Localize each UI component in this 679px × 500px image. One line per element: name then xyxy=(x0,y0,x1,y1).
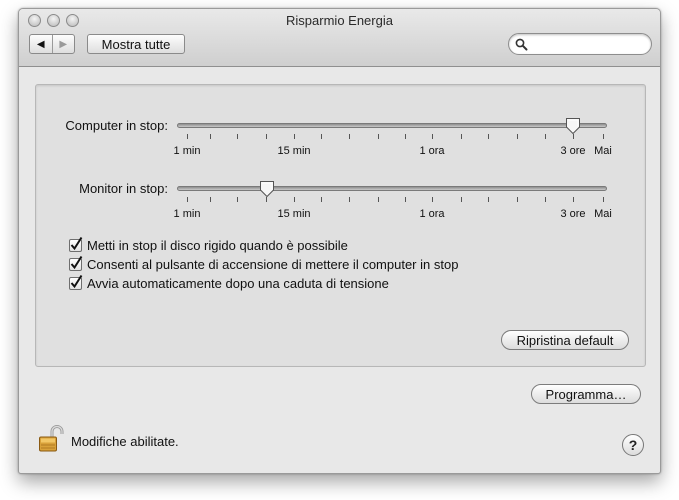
slider-tick xyxy=(545,197,546,202)
monitor-scale-1min: 1 min xyxy=(173,208,201,220)
unlocked-padlock-icon[interactable] xyxy=(38,425,64,453)
slider-tick xyxy=(405,134,406,139)
disk-sleep-option[interactable]: Metti in stop il disco rigido quando è p… xyxy=(69,236,348,253)
restore-defaults-button[interactable]: Ripristina default xyxy=(501,330,629,350)
slider-tick xyxy=(517,134,518,139)
computer-scale-1h: 1 ora xyxy=(419,145,445,157)
preferences-window: Risparmio Energia ◀ ▶ Mostra tutte Compu… xyxy=(18,8,661,474)
navigation-buttons: ◀ ▶ xyxy=(29,34,75,54)
checkmark-icon xyxy=(70,255,83,270)
search-icon xyxy=(515,38,528,51)
monitor-scale-never: Mai xyxy=(594,208,612,220)
slider-tick xyxy=(573,197,574,202)
computer-sleep-label: Computer in stop: xyxy=(65,118,168,133)
computer-scale-1min: 1 min xyxy=(173,145,201,157)
slider-tick xyxy=(266,134,267,139)
slider-tick xyxy=(294,134,295,139)
lock-status-text: Modifiche abilitate. xyxy=(71,434,179,449)
slider-tick xyxy=(237,197,238,202)
computer-sleep-slider-thumb[interactable] xyxy=(565,117,581,135)
slider-tick xyxy=(237,134,238,139)
slider-tick xyxy=(321,197,322,202)
slider-tick xyxy=(294,197,295,202)
slider-tick xyxy=(266,197,267,202)
slider-tick xyxy=(210,134,211,139)
slider-tick xyxy=(603,134,604,139)
auto-restart-option[interactable]: Avvia automaticamente dopo una caduta di… xyxy=(69,274,389,291)
slider-tick xyxy=(321,134,322,139)
slider-tick xyxy=(405,197,406,202)
auto-restart-checkbox[interactable] xyxy=(69,274,83,290)
disk-sleep-checkbox[interactable] xyxy=(69,236,83,252)
slider-tick xyxy=(603,197,604,202)
slider-tick xyxy=(573,134,574,139)
forward-button[interactable]: ▶ xyxy=(53,35,75,53)
energy-settings-panel: Computer in stop: 1 min 15 min 1 ora 3 o… xyxy=(35,84,646,367)
search-input[interactable] xyxy=(531,36,643,52)
help-button[interactable]: ? xyxy=(622,434,644,456)
disk-sleep-label: Metti in stop il disco rigido quando è p… xyxy=(87,238,348,253)
power-button-label: Consenti al pulsante di accensione di me… xyxy=(87,257,459,272)
slider-tick xyxy=(461,197,462,202)
toolbar: Risparmio Energia ◀ ▶ Mostra tutte xyxy=(19,9,660,67)
slider-tick xyxy=(378,197,379,202)
slider-tick xyxy=(461,134,462,139)
back-button[interactable]: ◀ xyxy=(30,35,53,53)
monitor-sleep-label: Monitor in stop: xyxy=(79,181,168,196)
search-field[interactable] xyxy=(508,33,652,55)
slider-tick xyxy=(545,134,546,139)
power-button-option[interactable]: Consenti al pulsante di accensione di me… xyxy=(69,255,459,272)
slider-tick xyxy=(378,134,379,139)
slider-tick xyxy=(432,197,433,202)
slider-tick xyxy=(349,197,350,202)
slider-tick xyxy=(517,197,518,202)
slider-tick xyxy=(210,197,211,202)
window-title: Risparmio Energia xyxy=(286,13,393,28)
monitor-scale-3h: 3 ore xyxy=(560,208,586,220)
slider-tick xyxy=(488,197,489,202)
auto-restart-label: Avvia automaticamente dopo una caduta di… xyxy=(87,276,389,291)
computer-scale-never: Mai xyxy=(594,145,612,157)
monitor-sleep-slider-thumb[interactable] xyxy=(259,180,275,198)
computer-scale-15min: 15 min xyxy=(277,145,311,157)
monitor-scale-1h: 1 ora xyxy=(419,208,445,220)
power-button-checkbox[interactable] xyxy=(69,255,83,271)
schedule-button[interactable]: Programma… xyxy=(531,384,641,404)
checkmark-icon xyxy=(70,274,83,289)
slider-tick xyxy=(187,134,188,139)
slider-tick xyxy=(488,134,489,139)
show-all-button[interactable]: Mostra tutte xyxy=(87,34,185,54)
slider-tick xyxy=(432,134,433,139)
computer-sleep-slider-track[interactable] xyxy=(177,123,607,128)
checkmark-icon xyxy=(70,236,83,251)
slider-tick xyxy=(349,134,350,139)
slider-tick xyxy=(187,197,188,202)
monitor-sleep-slider-track[interactable] xyxy=(177,186,607,191)
computer-scale-3h: 3 ore xyxy=(560,145,586,157)
monitor-scale-15min: 15 min xyxy=(277,208,311,220)
